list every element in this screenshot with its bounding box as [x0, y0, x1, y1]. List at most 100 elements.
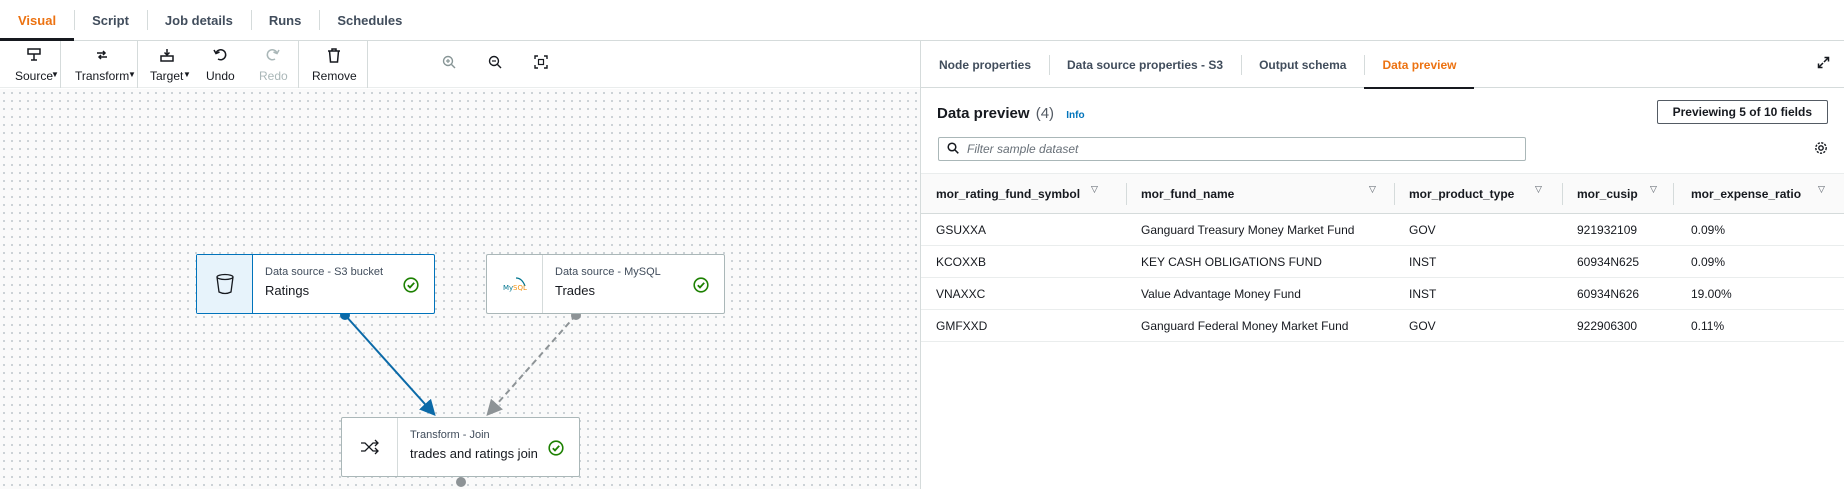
- details-panel: Node properties Data source properties -…: [921, 41, 1844, 489]
- tab-data-source-properties[interactable]: Data source properties - S3: [1049, 41, 1241, 88]
- zoom-out-icon[interactable]: [488, 55, 502, 72]
- previewing-fields-button[interactable]: Previewing 5 of 10 fields: [1656, 100, 1828, 124]
- node-type-label: Data source - S3 bucket: [265, 266, 384, 278]
- success-check-icon: [403, 277, 419, 296]
- column-header-label: mor_product_type: [1409, 187, 1515, 201]
- column-header[interactable]: mor_cusip: [1562, 174, 1638, 214]
- source-label: Source: [15, 69, 54, 83]
- tab-node-properties[interactable]: Node properties: [921, 41, 1049, 88]
- node-name-label: Ratings: [265, 283, 310, 298]
- transform-icon: [94, 47, 110, 63]
- table-cell: 0.09%: [1691, 254, 1726, 269]
- data-preview-title: Data preview: [937, 105, 1030, 122]
- column-header[interactable]: mor_product_type: [1394, 174, 1514, 214]
- table-row: VNAXXC Value Advantage Money Fund INST 6…: [921, 278, 1844, 310]
- tab-job-details[interactable]: Job details: [146, 0, 251, 40]
- transform-caret-icon[interactable]: ▼: [128, 70, 136, 79]
- bucket-icon: [197, 255, 253, 313]
- tab-output-schema[interactable]: Output schema: [1241, 41, 1364, 88]
- workflow-canvas[interactable]: Data source - S3 bucket Ratings My SQL Da…: [0, 89, 920, 489]
- table-row: GSUXXA Ganguard Treasury Money Market Fu…: [921, 214, 1844, 246]
- target-caret-icon[interactable]: ▼: [183, 70, 191, 79]
- success-check-icon: [693, 277, 709, 296]
- table-cell: 921932109: [1577, 222, 1638, 237]
- sort-icon[interactable]: ▽: [1818, 184, 1825, 195]
- shuffle-icon: [342, 418, 398, 476]
- target-button[interactable]: Target: [150, 47, 183, 83]
- fit-to-screen-icon[interactable]: [534, 55, 548, 72]
- filter-field[interactable]: [938, 137, 1526, 161]
- source-icon: [26, 47, 42, 63]
- gear-icon[interactable]: [1814, 141, 1828, 158]
- node-ratings[interactable]: Data source - S3 bucket Ratings: [196, 254, 435, 314]
- table-cell: Ganguard Treasury Money Market Fund: [1141, 222, 1355, 237]
- svg-text:SQL: SQL: [513, 284, 527, 292]
- table-row: KCOXXB KEY CASH OBLIGATIONS FUND INST 60…: [921, 246, 1844, 278]
- transform-label: Transform: [75, 69, 130, 83]
- sort-icon[interactable]: ▽: [1650, 184, 1657, 195]
- table-cell: VNAXXC: [936, 286, 986, 301]
- transform-button[interactable]: Transform: [75, 47, 129, 83]
- column-header-label: mor_rating_fund_symbol: [936, 187, 1081, 201]
- tab-schedules[interactable]: Schedules: [319, 0, 420, 40]
- target-label: Target: [150, 69, 184, 83]
- column-header-label: mor_expense_ratio: [1691, 187, 1802, 201]
- node-join[interactable]: Transform - Join trades and ratings join: [341, 417, 580, 477]
- trash-icon: [327, 47, 341, 63]
- table-cell: INST: [1409, 254, 1437, 269]
- filter-input[interactable]: [967, 142, 1507, 156]
- column-header[interactable]: mor_fund_name: [1126, 174, 1234, 214]
- info-link[interactable]: Info: [1066, 110, 1084, 121]
- redo-label: Redo: [259, 69, 288, 83]
- node-type-label: Data source - MySQL: [555, 266, 661, 278]
- mysql-logo: My SQL: [487, 255, 543, 313]
- toolbar-divider: [60, 41, 61, 88]
- sort-icon[interactable]: ▽: [1535, 184, 1542, 195]
- table-header: mor_rating_fund_symbol ▽ mor_fund_name ▽…: [921, 173, 1844, 214]
- table-cell: 60934N626: [1577, 286, 1640, 301]
- undo-icon: [213, 47, 227, 63]
- table-cell: 0.11%: [1691, 318, 1725, 333]
- toolbar-divider: [298, 41, 299, 88]
- data-preview-heading: Data preview (4) Info: [937, 105, 1085, 122]
- search-icon: [947, 141, 959, 157]
- tab-runs[interactable]: Runs: [250, 0, 320, 40]
- target-icon: [159, 47, 175, 63]
- sort-icon[interactable]: ▽: [1091, 184, 1098, 195]
- table-cell: KEY CASH OBLIGATIONS FUND: [1141, 254, 1322, 269]
- table-cell: KCOXXB: [936, 254, 987, 269]
- zoom-in-icon[interactable]: [442, 55, 456, 72]
- column-header[interactable]: mor_rating_fund_symbol: [921, 174, 1080, 214]
- top-tab-bar: Visual Script Job details Runs Schedules: [0, 0, 1844, 41]
- source-caret-icon[interactable]: ▼: [51, 70, 59, 79]
- editor-toolbar: Source ▼ Transform ▼ Target ▼ Undo Redo …: [0, 41, 920, 88]
- expand-icon[interactable]: [1817, 56, 1830, 72]
- column-header-label: mor_fund_name: [1141, 187, 1235, 201]
- visual-editor-pane: Source ▼ Transform ▼ Target ▼ Undo Redo …: [0, 41, 921, 489]
- node-trades[interactable]: My SQL Data source - MySQL Trades: [486, 254, 725, 314]
- redo-button[interactable]: Redo: [259, 47, 288, 83]
- edge-ratings-to-join: [344, 314, 436, 416]
- redo-icon: [266, 47, 280, 63]
- sort-icon[interactable]: ▽: [1369, 184, 1376, 195]
- svg-text:My: My: [503, 284, 513, 292]
- row-count: (4): [1035, 105, 1055, 122]
- toolbar-divider: [137, 41, 138, 88]
- success-check-icon: [548, 440, 564, 459]
- table-cell: Value Advantage Money Fund: [1141, 286, 1301, 301]
- tab-script[interactable]: Script: [74, 0, 147, 40]
- tab-data-preview[interactable]: Data preview: [1364, 41, 1475, 89]
- edge-trades-to-join: [486, 314, 577, 416]
- table-cell: 0.09%: [1691, 222, 1726, 237]
- undo-button[interactable]: Undo: [206, 47, 235, 83]
- node-name-label: Trades: [555, 283, 595, 298]
- remove-button[interactable]: Remove: [312, 47, 357, 83]
- join-output-port: [456, 477, 466, 487]
- column-header[interactable]: mor_expense_ratio: [1676, 174, 1801, 214]
- node-name-label: trades and ratings join: [410, 446, 538, 461]
- tab-visual[interactable]: Visual: [0, 0, 75, 41]
- table-cell: GSUXXA: [936, 222, 987, 237]
- source-button[interactable]: Source: [15, 47, 53, 83]
- remove-label: Remove: [312, 69, 357, 83]
- table-cell: 60934N625: [1577, 254, 1640, 269]
